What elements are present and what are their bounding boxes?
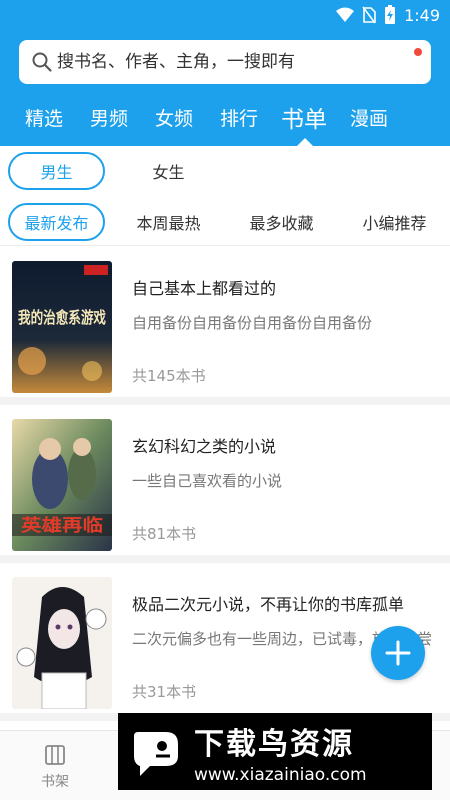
booklist-cover: 英雄再临 [12,419,112,551]
booklist-cover: 我的治愈系游戏 [12,261,112,393]
wifi-icon [336,7,355,22]
status-bar: 1:49 [0,0,450,32]
bird-logo-icon [126,721,186,782]
booklist-title: 极品二次元小说，不再让你的书库孤单 [132,595,405,614]
booklist-title: 自己基本上都看过的 [132,279,277,298]
booklist-item[interactable]: 我的治愈系游戏 自己基本上都看过的 自用备份自用备份自用备份自用备份 共145本… [0,247,450,405]
nav-bookshelf-label: 书架 [41,774,69,790]
search-input[interactable] [57,52,397,72]
plus-icon [385,640,411,666]
booklist-count: 共145本书 [132,367,206,385]
app-header: 1:49 精选 男频 女频 排行 书单 漫画 [0,0,450,146]
category-tabs: 精选 男频 女频 排行 书单 漫画 [0,98,450,142]
cover-title-text: 英雄再临 [21,515,103,536]
notification-dot [414,48,422,56]
booklist-count: 共81本书 [132,525,197,543]
sort-filter: 最新发布 本周最热 最多收藏 小编推荐 [0,198,450,246]
tab-booklist[interactable]: 书单 [281,100,327,134]
cover-title-text: 我的治愈系游戏 [18,308,106,327]
booklist-title: 玄幻科幻之类的小说 [132,437,277,456]
tab-featured[interactable]: 精选 [25,104,63,131]
booklist-item[interactable]: 英雄再临 玄幻科幻之类的小说 一些自己喜欢看的小说 共81本书 [0,405,450,563]
booklist-description: 自用备份自用备份自用备份自用备份 [132,314,373,332]
tab-comics[interactable]: 漫画 [350,104,388,131]
gender-male-button[interactable]: 男生 [8,152,105,190]
bookshelf-icon [45,745,65,765]
no-sim-icon [362,6,376,24]
watermark-title: 下载鸟资源 [194,726,354,762]
booklist-cover [12,577,112,709]
tab-male[interactable]: 男频 [90,104,128,131]
sort-weekly-hot-button[interactable]: 本周最热 [120,203,217,241]
sort-newest-button[interactable]: 最新发布 [8,203,105,241]
booklist-count: 共31本书 [132,683,197,701]
battery-charging-icon [385,5,396,24]
search-icon [32,52,52,72]
gender-female-button[interactable]: 女生 [120,152,217,190]
active-tab-indicator [297,138,313,146]
tab-female[interactable]: 女频 [155,104,193,131]
watermark-url: www.xiazainiao.com [194,764,367,785]
add-booklist-button[interactable] [371,626,425,680]
sort-most-favorited-button[interactable]: 最多收藏 [233,203,330,241]
search-bar[interactable] [19,40,431,84]
sort-editor-picks-button[interactable]: 小编推荐 [346,203,443,241]
watermark-banner: 下载鸟资源 www.xiazainiao.com [118,713,432,790]
booklist-description: 一些自己喜欢看的小说 [132,472,283,490]
nav-bookshelf[interactable]: 书架 [30,743,80,791]
status-time: 1:49 [404,5,440,25]
tab-ranking[interactable]: 排行 [220,104,258,131]
gender-filter: 男生 女生 [0,146,450,198]
